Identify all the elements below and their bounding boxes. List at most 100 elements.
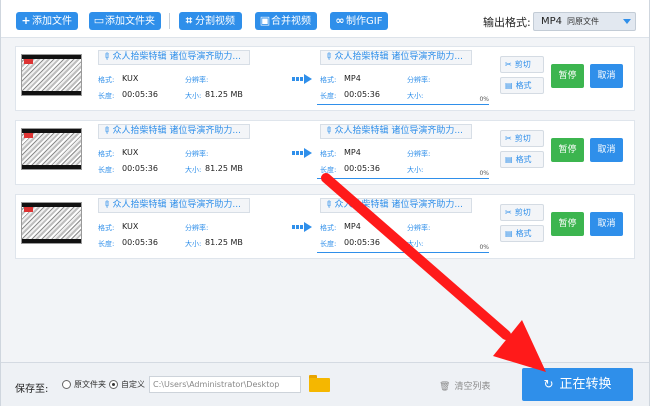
pause-button[interactable]: 暂停 — [551, 138, 584, 162]
output-title: 众人拾柴特辑 诸位导演齐助力... — [334, 126, 463, 136]
add-file-button[interactable]: +添加文件 — [16, 12, 78, 30]
video-thumbnail — [21, 54, 82, 96]
source-info: 格式: KUX 分辨率: 长度: 00:05:36 大小: 81.25 MB — [95, 217, 250, 252]
output-duration: 00:05:36 — [344, 238, 380, 247]
size-label: 大小: — [185, 166, 202, 174]
format-button[interactable]: ▤ 格式 — [500, 77, 544, 94]
output-format: MP4 — [344, 222, 361, 231]
cancel-button[interactable]: 取消 — [590, 64, 623, 88]
format-label: 格式: — [98, 224, 115, 232]
file-row: ✎众人拾柴特辑 诸位导演齐助力... 格式: KUX 分辨率: 长度: 00:0… — [15, 194, 635, 259]
output-title-field[interactable]: ✎众人拾柴特辑 诸位导演齐助力... — [320, 198, 472, 213]
progress-percent: 0% — [479, 244, 489, 251]
toolbar: +添加文件 ▭添加文件夹 ⌗ 分割视频 ▣合并视频 ∞制作GIF 输出格式: MP… — [1, 0, 649, 38]
scissors-icon: ✂ — [505, 60, 512, 69]
output-title-field[interactable]: ✎众人拾柴特辑 诸位导演齐助力... — [320, 124, 472, 139]
progress-bar — [317, 252, 489, 253]
source-title-field[interactable]: ✎众人拾柴特辑 诸位导演齐助力... — [98, 50, 250, 65]
radio-custom-folder[interactable] — [109, 380, 118, 389]
chevron-down-icon — [623, 19, 631, 24]
format-label: 格式: — [320, 224, 337, 232]
radio-original-folder[interactable] — [62, 380, 71, 389]
pencil-icon: ✎ — [99, 124, 113, 138]
refresh-icon: ↻ — [543, 377, 554, 391]
scissors-icon: ✂ — [505, 208, 512, 217]
document-icon: ▤ — [505, 81, 513, 90]
radio-original-folder-label: 原文件夹 — [74, 380, 106, 389]
source-title-field[interactable]: ✎众人拾柴特辑 诸位导演齐助力... — [98, 198, 250, 213]
convert-arrow-icon — [292, 148, 314, 158]
cancel-button[interactable]: 取消 — [590, 212, 623, 236]
source-size: 81.25 MB — [205, 164, 243, 173]
make-gif-button[interactable]: ∞制作GIF — [330, 12, 388, 30]
folder-icon[interactable] — [309, 375, 330, 392]
pencil-icon: ✎ — [99, 50, 113, 64]
progress-percent: 0% — [479, 96, 489, 103]
format-button-label: 格式 — [515, 81, 532, 90]
output-duration: 00:05:36 — [344, 164, 380, 173]
cut-button[interactable]: ✂ 剪切 — [500, 204, 544, 221]
format-button[interactable]: ▤ 格式 — [500, 151, 544, 168]
source-title-field[interactable]: ✎众人拾柴特辑 诸位导演齐助力... — [98, 124, 250, 139]
size-label: 大小: — [407, 166, 424, 174]
format-button-label: 格式 — [515, 155, 532, 164]
size-label: 大小: — [185, 92, 202, 100]
cancel-button[interactable]: 取消 — [590, 138, 623, 162]
file-row: ✎众人拾柴特辑 诸位导演齐助力... 格式: KUX 分辨率: 长度: 00:0… — [15, 46, 635, 111]
cut-label: 剪切 — [514, 134, 531, 143]
format-button-label: 格式 — [515, 229, 532, 238]
start-convert-button[interactable]: ↻ 正在转换 — [522, 368, 633, 401]
source-format: KUX — [122, 222, 139, 231]
bottom-bar: 保存至: 原文件夹 自定义 C:\Users\Administrator\Des… — [1, 362, 649, 406]
source-format: KUX — [122, 148, 139, 157]
pencil-icon: ✎ — [321, 50, 335, 64]
pencil-icon: ✎ — [99, 198, 113, 212]
merge-video-button[interactable]: ▣合并视频 — [255, 12, 317, 30]
output-format-select[interactable]: MP4 同原文件 — [533, 12, 636, 31]
source-duration: 00:05:36 — [122, 164, 158, 173]
progress-bar — [317, 104, 489, 105]
save-path-input[interactable]: C:\Users\Administrator\Desktop — [149, 376, 301, 393]
cut-button[interactable]: ✂ 剪切 — [500, 130, 544, 147]
output-format-label: 输出格式: — [483, 16, 531, 29]
format-label: 格式: — [320, 150, 337, 158]
output-format-sub: 同原文件 — [567, 17, 600, 26]
video-thumbnail — [21, 128, 82, 170]
duration-label: 长度: — [98, 166, 115, 174]
merge-icon: ▣ — [259, 14, 271, 27]
document-icon: ▤ — [505, 155, 513, 164]
document-icon: ▤ — [505, 229, 513, 238]
cut-label: 剪切 — [514, 60, 531, 69]
duration-label: 长度: — [320, 92, 337, 100]
size-label: 大小: — [407, 92, 424, 100]
size-label: 大小: — [407, 240, 424, 248]
pause-button[interactable]: 暂停 — [551, 64, 584, 88]
file-row: ✎众人拾柴特辑 诸位导演齐助力... 格式: KUX 分辨率: 长度: 00:0… — [15, 120, 635, 185]
format-button[interactable]: ▤ 格式 — [500, 225, 544, 242]
source-duration: 00:05:36 — [122, 238, 158, 247]
clear-list-button[interactable]: 🗑 清空列表 — [439, 379, 490, 392]
source-info: 格式: KUX 分辨率: 长度: 00:05:36 大小: 81.25 MB — [95, 143, 250, 178]
add-folder-button[interactable]: ▭添加文件夹 — [89, 12, 161, 30]
cut-button[interactable]: ✂ 剪切 — [500, 56, 544, 73]
make-gif-label: 制作GIF — [346, 16, 383, 27]
folder-icon: ▭ — [93, 14, 105, 27]
resolution-label: 分辨率: — [407, 224, 431, 232]
video-thumbnail — [21, 202, 82, 244]
split-video-button[interactable]: ⌗ 分割视频 — [179, 12, 242, 30]
plus-icon: + — [21, 14, 31, 27]
add-folder-label: 添加文件夹 — [105, 16, 155, 27]
progress-bar — [317, 178, 489, 179]
resolution-label: 分辨率: — [185, 76, 209, 84]
split-icon: ⌗ — [185, 14, 193, 27]
output-title-field[interactable]: ✎众人拾柴特辑 诸位导演齐助力... — [320, 50, 472, 65]
source-title: 众人拾柴特辑 诸位导演齐助力... — [112, 52, 241, 62]
convert-arrow-icon — [292, 222, 314, 232]
convert-arrow-icon — [292, 74, 314, 84]
format-label: 格式: — [98, 150, 115, 158]
pause-button[interactable]: 暂停 — [551, 212, 584, 236]
output-title: 众人拾柴特辑 诸位导演齐助力... — [334, 52, 463, 62]
add-file-label: 添加文件 — [32, 16, 72, 27]
duration-label: 长度: — [98, 92, 115, 100]
format-label: 格式: — [98, 76, 115, 84]
